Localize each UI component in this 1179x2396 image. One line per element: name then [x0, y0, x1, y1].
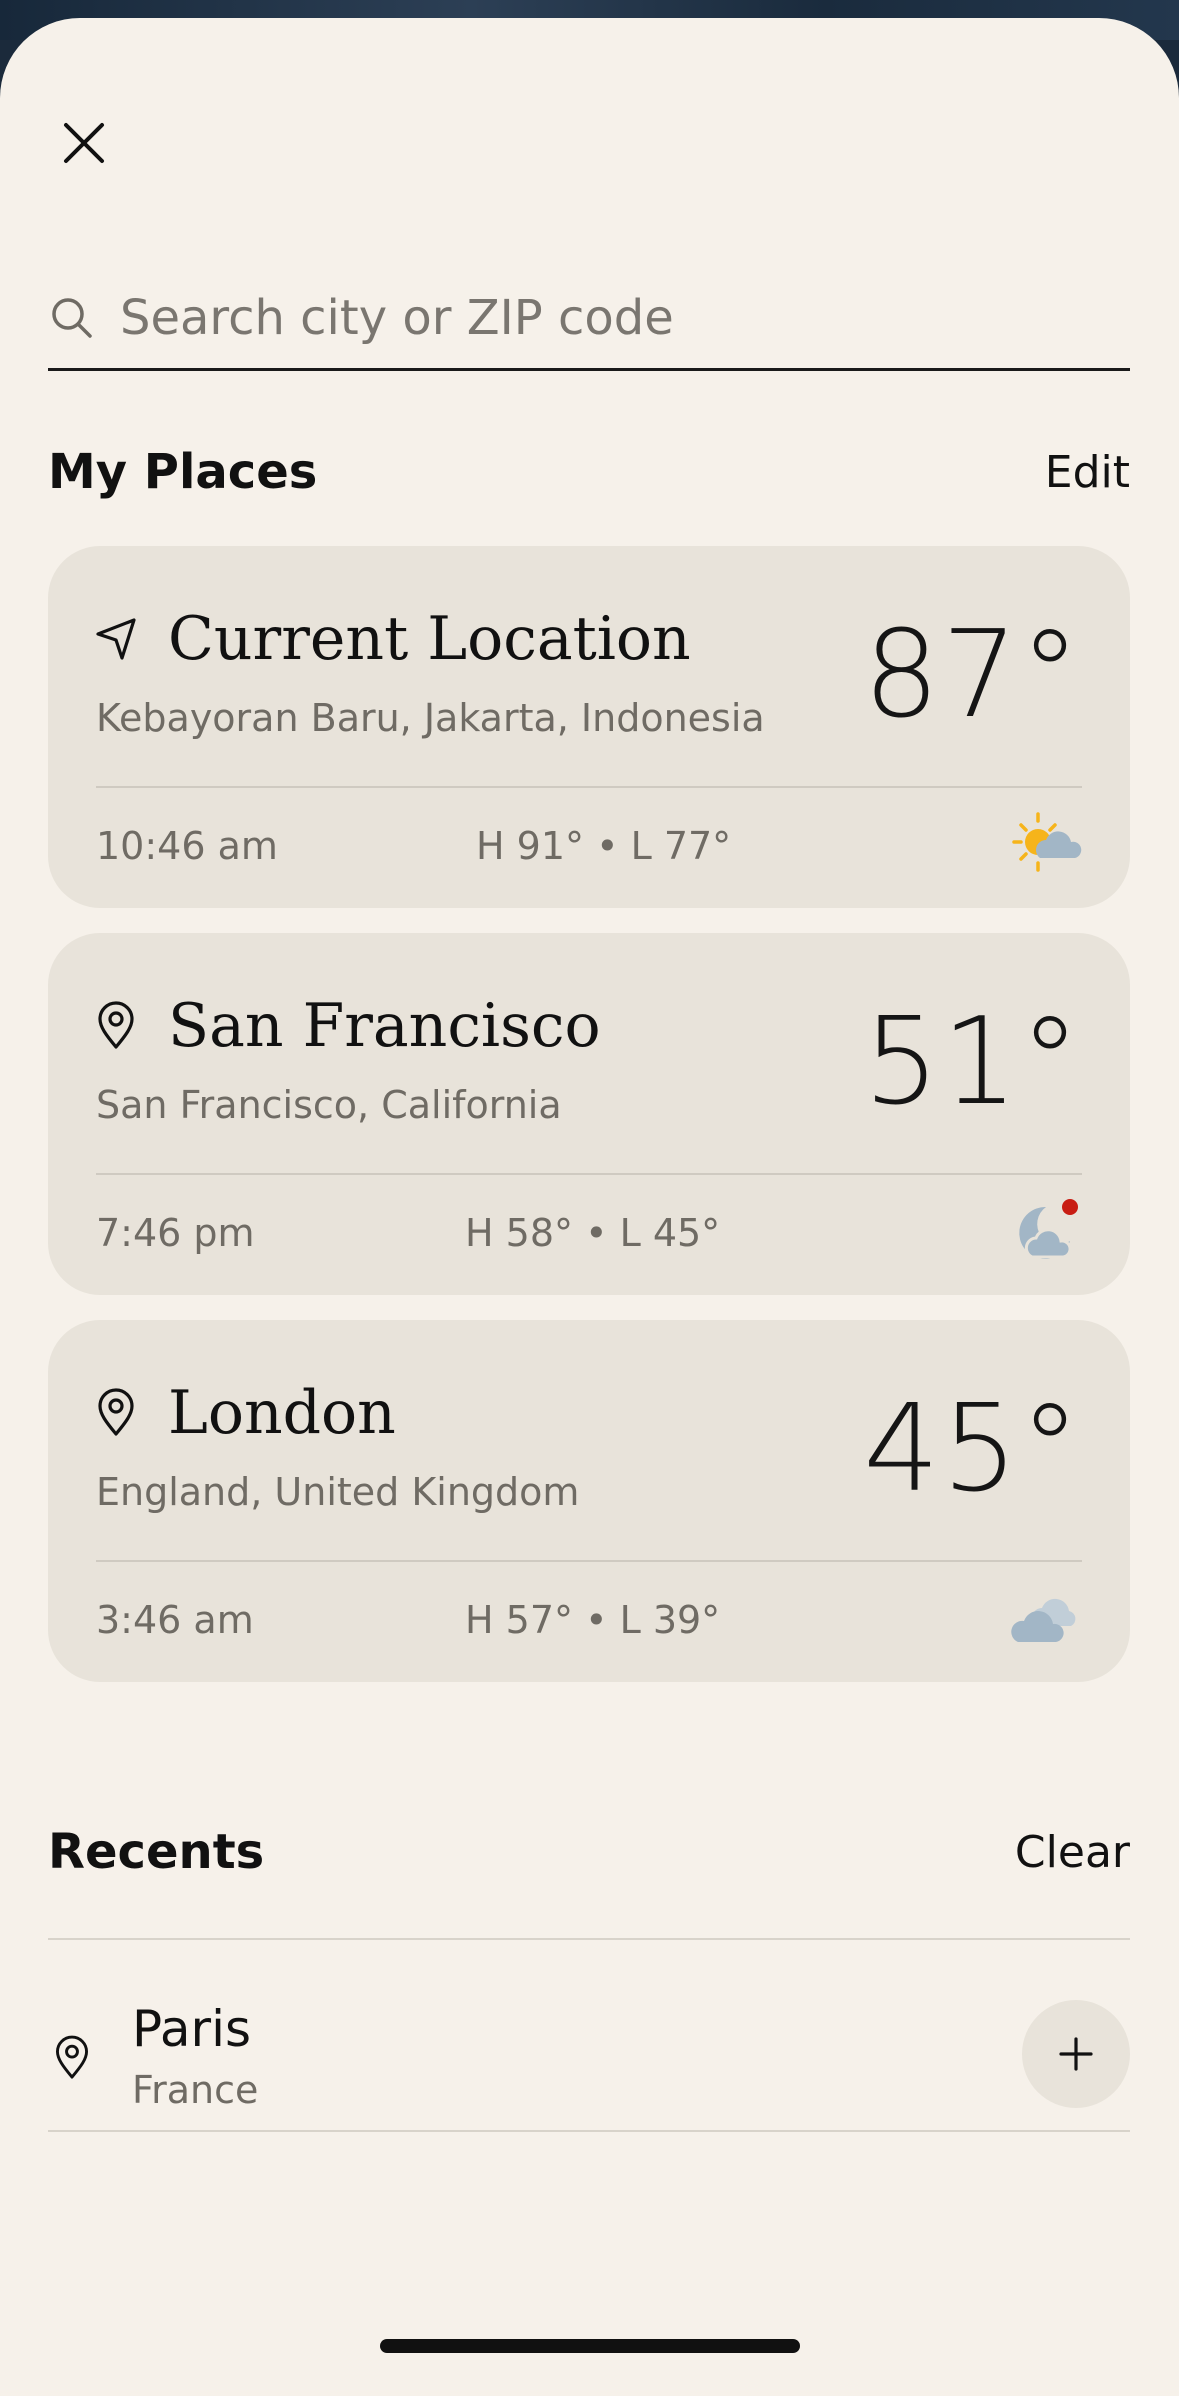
place-city: San Francisco [168, 991, 601, 1061]
place-card-san-francisco[interactable]: San Francisco San Francisco, California … [48, 933, 1130, 1295]
recent-item-paris[interactable]: Paris France [48, 1976, 1130, 2146]
my-places-title: My Places [48, 444, 318, 500]
my-places-header: My Places Edit [48, 444, 1130, 500]
card-divider [96, 786, 1082, 788]
place-temperature: 87° [863, 606, 1082, 745]
card-divider [96, 1173, 1082, 1175]
place-local-time: 10:46 am [96, 824, 278, 868]
search-icon [48, 294, 96, 342]
place-region: England, United Kingdom [96, 1470, 580, 1514]
close-icon [64, 123, 104, 163]
alert-dot [1062, 1199, 1078, 1215]
place-card-current-location[interactable]: Current Location Kebayoran Baru, Jakarta… [48, 546, 1130, 908]
add-place-button[interactable] [1022, 2000, 1130, 2108]
partly-cloudy-day-icon [1012, 812, 1082, 872]
recents-divider [48, 1938, 1130, 1940]
recents-header: Recents Clear [48, 1824, 1130, 1880]
search-bar [48, 268, 1130, 371]
edit-button[interactable]: Edit [1045, 447, 1130, 498]
place-local-time: 7:46 pm [96, 1211, 255, 1255]
map-pin-icon [98, 1001, 134, 1049]
location-arrow-icon [96, 618, 136, 660]
place-local-time: 3:46 am [96, 1598, 254, 1642]
search-input[interactable] [120, 290, 1080, 346]
place-region: San Francisco, California [96, 1083, 562, 1127]
location-sheet: My Places Edit Current Location Kebayora… [0, 18, 1179, 2396]
plus-icon [1059, 2037, 1093, 2071]
place-city: Current Location [168, 604, 691, 674]
recent-city: Paris [132, 2000, 252, 2058]
place-temperature: 45° [863, 1380, 1082, 1519]
close-button[interactable] [54, 113, 114, 173]
home-indicator[interactable] [380, 2339, 800, 2353]
place-high-low: H 58° • L 45° [465, 1211, 721, 1255]
place-card-london[interactable]: London England, United Kingdom 45° 3:46 … [48, 1320, 1130, 1682]
place-region: Kebayoran Baru, Jakarta, Indonesia [96, 696, 765, 740]
map-pin-icon [56, 2035, 88, 2079]
cloudy-icon [1011, 1598, 1076, 1642]
place-high-low: H 57° • L 39° [465, 1598, 721, 1642]
partly-cloudy-night-icon [1019, 1199, 1078, 1259]
recent-country: France [132, 2068, 259, 2112]
recents-bottom-divider [48, 2130, 1130, 2132]
card-divider [96, 1560, 1082, 1562]
map-pin-icon [98, 1388, 134, 1436]
place-temperature: 51° [863, 993, 1082, 1132]
recents-title: Recents [48, 1824, 265, 1880]
place-high-low: H 91° • L 77° [476, 824, 732, 868]
place-city: London [168, 1378, 396, 1448]
clear-button[interactable]: Clear [1015, 1827, 1130, 1878]
